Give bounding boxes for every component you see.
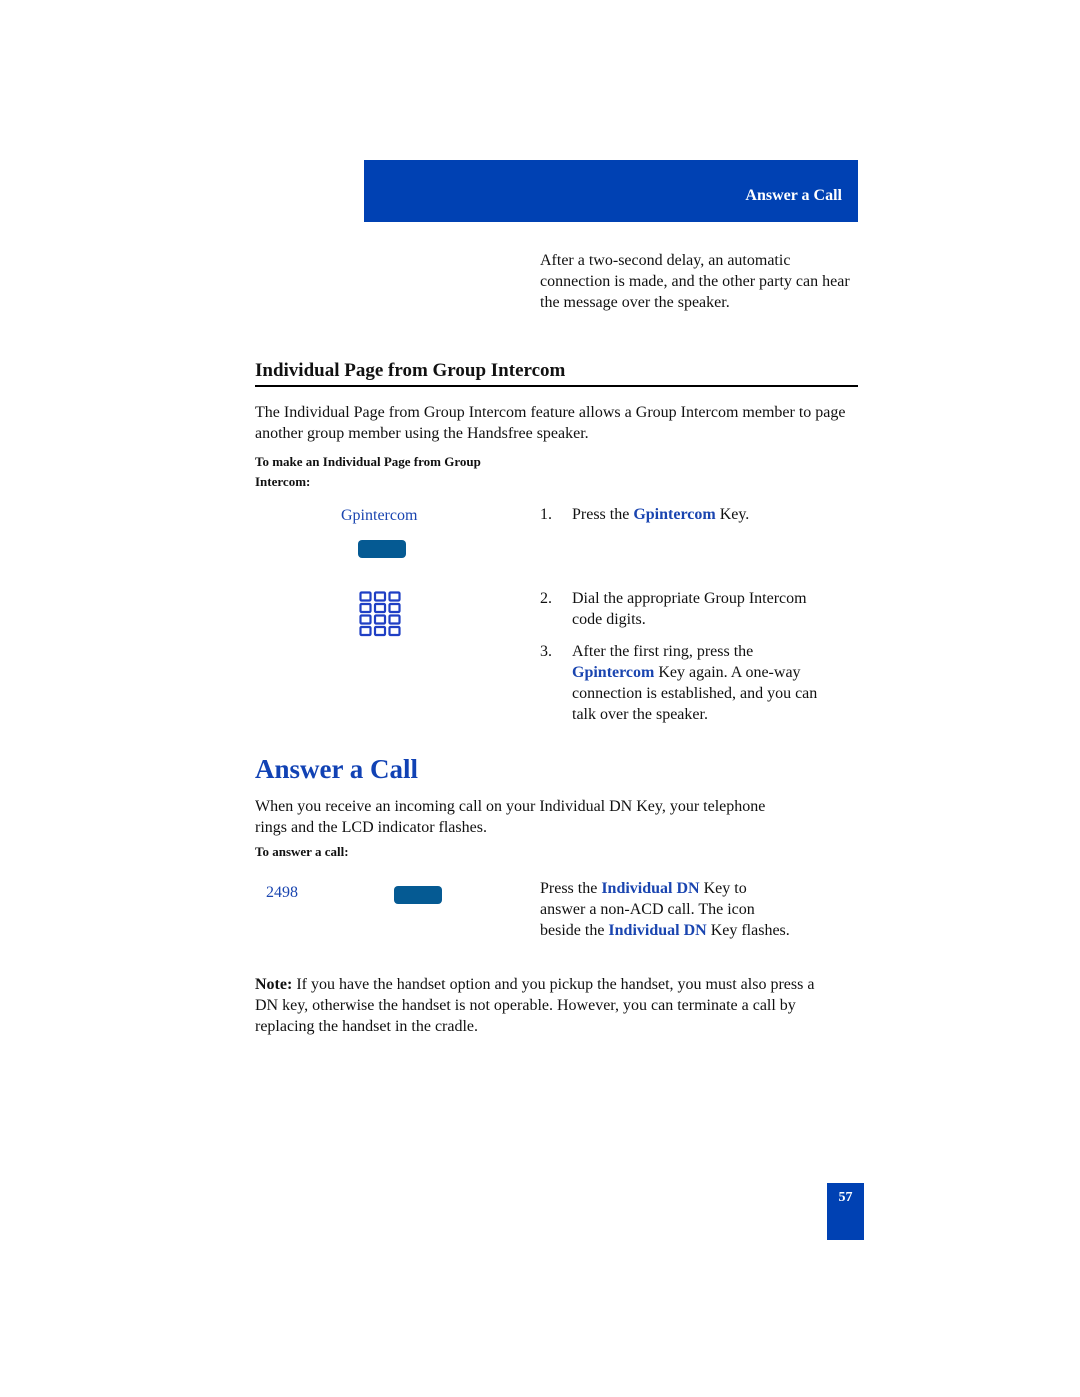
gpintercom-key-ref: Gpintercom [633,506,716,523]
answer-procedure-label: To answer a call: [255,844,349,859]
procedure-label: To make an Individual Page from Group In… [255,454,481,489]
step-text: Press the Gpintercom Key. [572,504,840,525]
gpintercom-key-icon [358,540,406,558]
header-title: Answer a Call [745,187,842,204]
note-label: Note: [255,976,293,993]
step-2: 2. Dial the appropriate Group Intercom c… [540,588,840,630]
header-band: Answer a Call [364,160,858,222]
individual-dn-key-ref: Individual DN [601,880,700,897]
step-number: 1. [540,506,552,523]
page-number-box: 57 [827,1183,864,1240]
section-heading-individual-page: Individual Page from Group Intercom [255,360,566,381]
note-paragraph: Note: If you have the handset option and… [255,974,825,1037]
individual-page-description: The Individual Page from Group Intercom … [255,404,846,442]
step-text-pre: After the first ring, press the [572,643,754,660]
gpintercom-key-ref: Gpintercom [572,664,655,681]
step-text-pre: Press the [572,506,634,523]
step-3: 3. After the first ring, press the Gpint… [540,641,820,725]
step-text: Dial the appropriate Group Intercom code… [572,590,807,628]
page-number: 57 [838,1190,853,1205]
section-divider [255,385,858,387]
dn-number-label: 2498 [266,884,298,901]
instruction-pre: Press the [540,880,602,897]
step-text-post: Key. [715,506,750,523]
individual-dn-key-icon [394,886,442,904]
individual-dn-key-ref: Individual DN [608,922,707,939]
intro-paragraph: After a two-second delay, an automatic c… [540,252,850,311]
answer-call-heading: Answer a Call [255,754,419,784]
step-number: 2. [540,590,552,607]
step-1: 1. Press the Gpintercom Key. [540,504,840,525]
dialpad-icon [359,591,401,637]
instruction-post: Key flashes. [706,922,790,939]
gpintercom-key-label: Gpintercom [341,507,418,524]
step-text: After the first ring, press the Gpinterc… [572,641,820,725]
note-text: If you have the handset option and you p… [255,976,815,1035]
step-number: 3. [540,643,552,660]
answer-call-description: When you receive an incoming call on you… [255,798,766,836]
answer-instruction: Press the Individual DN Key to answer a … [540,878,790,941]
